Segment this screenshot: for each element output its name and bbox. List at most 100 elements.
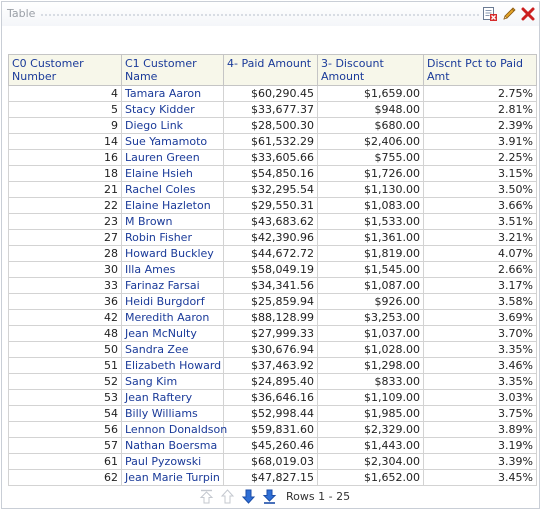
column-header-discount-pct[interactable]: Discnt Pct to Paid Amt [423,54,537,86]
customer-name-cell[interactable]: Jean McNulty [121,325,224,342]
discount-pct-cell: 2.66% [423,261,537,278]
customer-name-cell[interactable]: Lauren Green [121,149,224,166]
customer-number-cell: 4 [8,85,122,102]
discount-amount-cell: $755.00 [317,149,424,166]
customer-name-cell[interactable]: Howard Buckley [121,245,224,262]
discount-amount-cell: $1,083.00 [317,197,424,214]
customer-name-cell[interactable]: Elizabeth Howard [121,357,224,374]
customer-name-cell[interactable]: M Brown [121,213,224,230]
last-page-icon[interactable] [261,488,278,505]
customer-number-cell: 52 [8,373,122,390]
table-row: 48 Jean McNulty $27,999.33 $1,037.00 3.70% [8,325,537,342]
discount-amount-cell: $926.00 [317,293,424,310]
paid-amount-cell: $27,999.33 [223,325,318,342]
column-header-paid-amount[interactable]: 4- Paid Amount [223,54,318,86]
customer-number-cell: 18 [8,165,122,182]
discount-amount-cell: $1,087.00 [317,277,424,294]
paid-amount-cell: $58,049.19 [223,261,318,278]
discount-pct-cell: 3.66% [423,197,537,214]
customer-number-cell: 33 [8,277,122,294]
customer-name-cell[interactable]: Elaine Hsieh [121,165,224,182]
column-header-customer-number[interactable]: C0 Customer Number [8,54,122,86]
customer-name-cell[interactable]: Meredith Aaron [121,309,224,326]
customer-number-cell: 22 [8,197,122,214]
table-row: 5 Stacy Kidder $33,677.37 $948.00 2.81% [8,101,537,118]
data-table-container: C0 Customer Number C1 Customer Name 4- P… [8,54,537,486]
discount-amount-cell: $1,130.00 [317,181,424,198]
paid-amount-cell: $44,672.72 [223,245,318,262]
customer-name-cell[interactable]: Billy Williams [121,405,224,422]
table-row: 51 Elizabeth Howard $37,463.92 $1,298.00 3.4… [8,357,537,374]
table-row: 28 Howard Buckley $44,672.72 $1,819.00 4.07% [8,245,537,262]
paid-amount-cell: $45,260.46 [223,437,318,454]
customer-number-cell: 42 [8,309,122,326]
customer-name-cell[interactable]: Elaine Hazleton [121,197,224,214]
discount-pct-cell: 3.15% [423,165,537,182]
customer-name-cell[interactable]: Jean Marie Turpin [121,469,224,486]
discount-pct-cell: 3.45% [423,469,537,486]
discount-amount-cell: $3,253.00 [317,309,424,326]
discount-pct-cell: 3.21% [423,229,537,246]
table-row: 16 Lauren Green $33,605.66 $755.00 2.25% [8,149,537,166]
discount-pct-cell: 2.25% [423,149,537,166]
customer-name-cell[interactable]: Illa Ames [121,261,224,278]
discount-amount-cell: $1,652.00 [317,469,424,486]
discount-pct-cell: 2.75% [423,85,537,102]
customer-number-cell: 48 [8,325,122,342]
customer-name-cell[interactable]: Diego Link [121,117,224,134]
customer-number-cell: 51 [8,357,122,374]
customer-name-cell[interactable]: Sang Kim [121,373,224,390]
table-row: 62 Jean Marie Turpin $47,827.15 $1,652.00 3.… [8,469,537,486]
table-row: 57 Nathan Boersma $45,260.46 $1,443.00 3.19% [8,437,537,454]
paid-amount-cell: $42,390.96 [223,229,318,246]
paid-amount-cell: $88,128.99 [223,309,318,326]
table-row: 33 Farinaz Farsai $34,341.56 $1,087.00 3.17% [8,277,537,294]
customer-number-cell: 62 [8,469,122,486]
paid-amount-cell: $43,683.62 [223,213,318,230]
table-row: 54 Billy Williams $52,998.44 $1,985.00 3.75% [8,405,537,422]
discount-pct-cell: 3.91% [423,133,537,150]
paid-amount-cell: $34,341.56 [223,277,318,294]
customer-name-cell[interactable]: Jean Raftery [121,389,224,406]
discount-amount-cell: $1,361.00 [317,229,424,246]
discount-pct-cell: 3.39% [423,453,537,470]
paid-amount-cell: $68,019.03 [223,453,318,470]
customer-name-cell[interactable]: Lennon Donaldson [121,421,227,438]
customer-number-cell: 14 [8,133,122,150]
customer-name-cell[interactable]: Stacy Kidder [121,101,224,118]
close-icon[interactable] [520,6,536,22]
edit-pencil-icon[interactable] [501,6,517,22]
paid-amount-cell: $29,550.31 [223,197,318,214]
paid-amount-cell: $33,605.66 [223,149,318,166]
column-header-discount-amount[interactable]: 3- Discount Amount [317,54,424,86]
discount-amount-cell: $833.00 [317,373,424,390]
customer-name-cell[interactable]: Paul Pyzowski [121,453,224,470]
discount-amount-cell: $1,298.00 [317,357,424,374]
discount-pct-cell: 3.35% [423,373,537,390]
paid-amount-cell: $24,895.40 [223,373,318,390]
customer-name-cell[interactable]: Nathan Boersma [121,437,224,454]
customer-name-cell[interactable]: Sue Yamamoto [121,133,224,150]
properties-icon[interactable] [482,6,498,22]
discount-pct-cell: 3.70% [423,325,537,342]
customer-name-cell[interactable]: Sandra Zee [121,341,224,358]
pagination-bar: Rows 1 - 25 [198,487,350,505]
customer-name-cell[interactable]: Robin Fisher [121,229,224,246]
view-titlebar: Table [2,2,539,26]
customer-name-cell[interactable]: Tamara Aaron [121,85,224,102]
customer-number-cell: 56 [8,421,122,438]
next-page-icon[interactable] [240,488,257,505]
column-header-customer-name[interactable]: C1 Customer Name [121,54,224,86]
paid-amount-cell: $30,676.94 [223,341,318,358]
discount-pct-cell: 3.51% [423,213,537,230]
data-table: C0 Customer Number C1 Customer Name 4- P… [8,54,537,486]
table-body: 4 Tamara Aaron $60,290.45 $1,659.00 2.75% 5 St… [8,85,537,486]
discount-pct-cell: 3.89% [423,421,537,438]
customer-name-cell[interactable]: Farinaz Farsai [121,277,224,294]
customer-number-cell: 9 [8,117,122,134]
customer-number-cell: 54 [8,405,122,422]
customer-name-cell[interactable]: Heidi Burgdorf [121,293,224,310]
customer-name-cell[interactable]: Rachel Coles [121,181,224,198]
customer-number-cell: 28 [8,245,122,262]
table-row: 21 Rachel Coles $32,295.54 $1,130.00 3.50% [8,181,537,198]
